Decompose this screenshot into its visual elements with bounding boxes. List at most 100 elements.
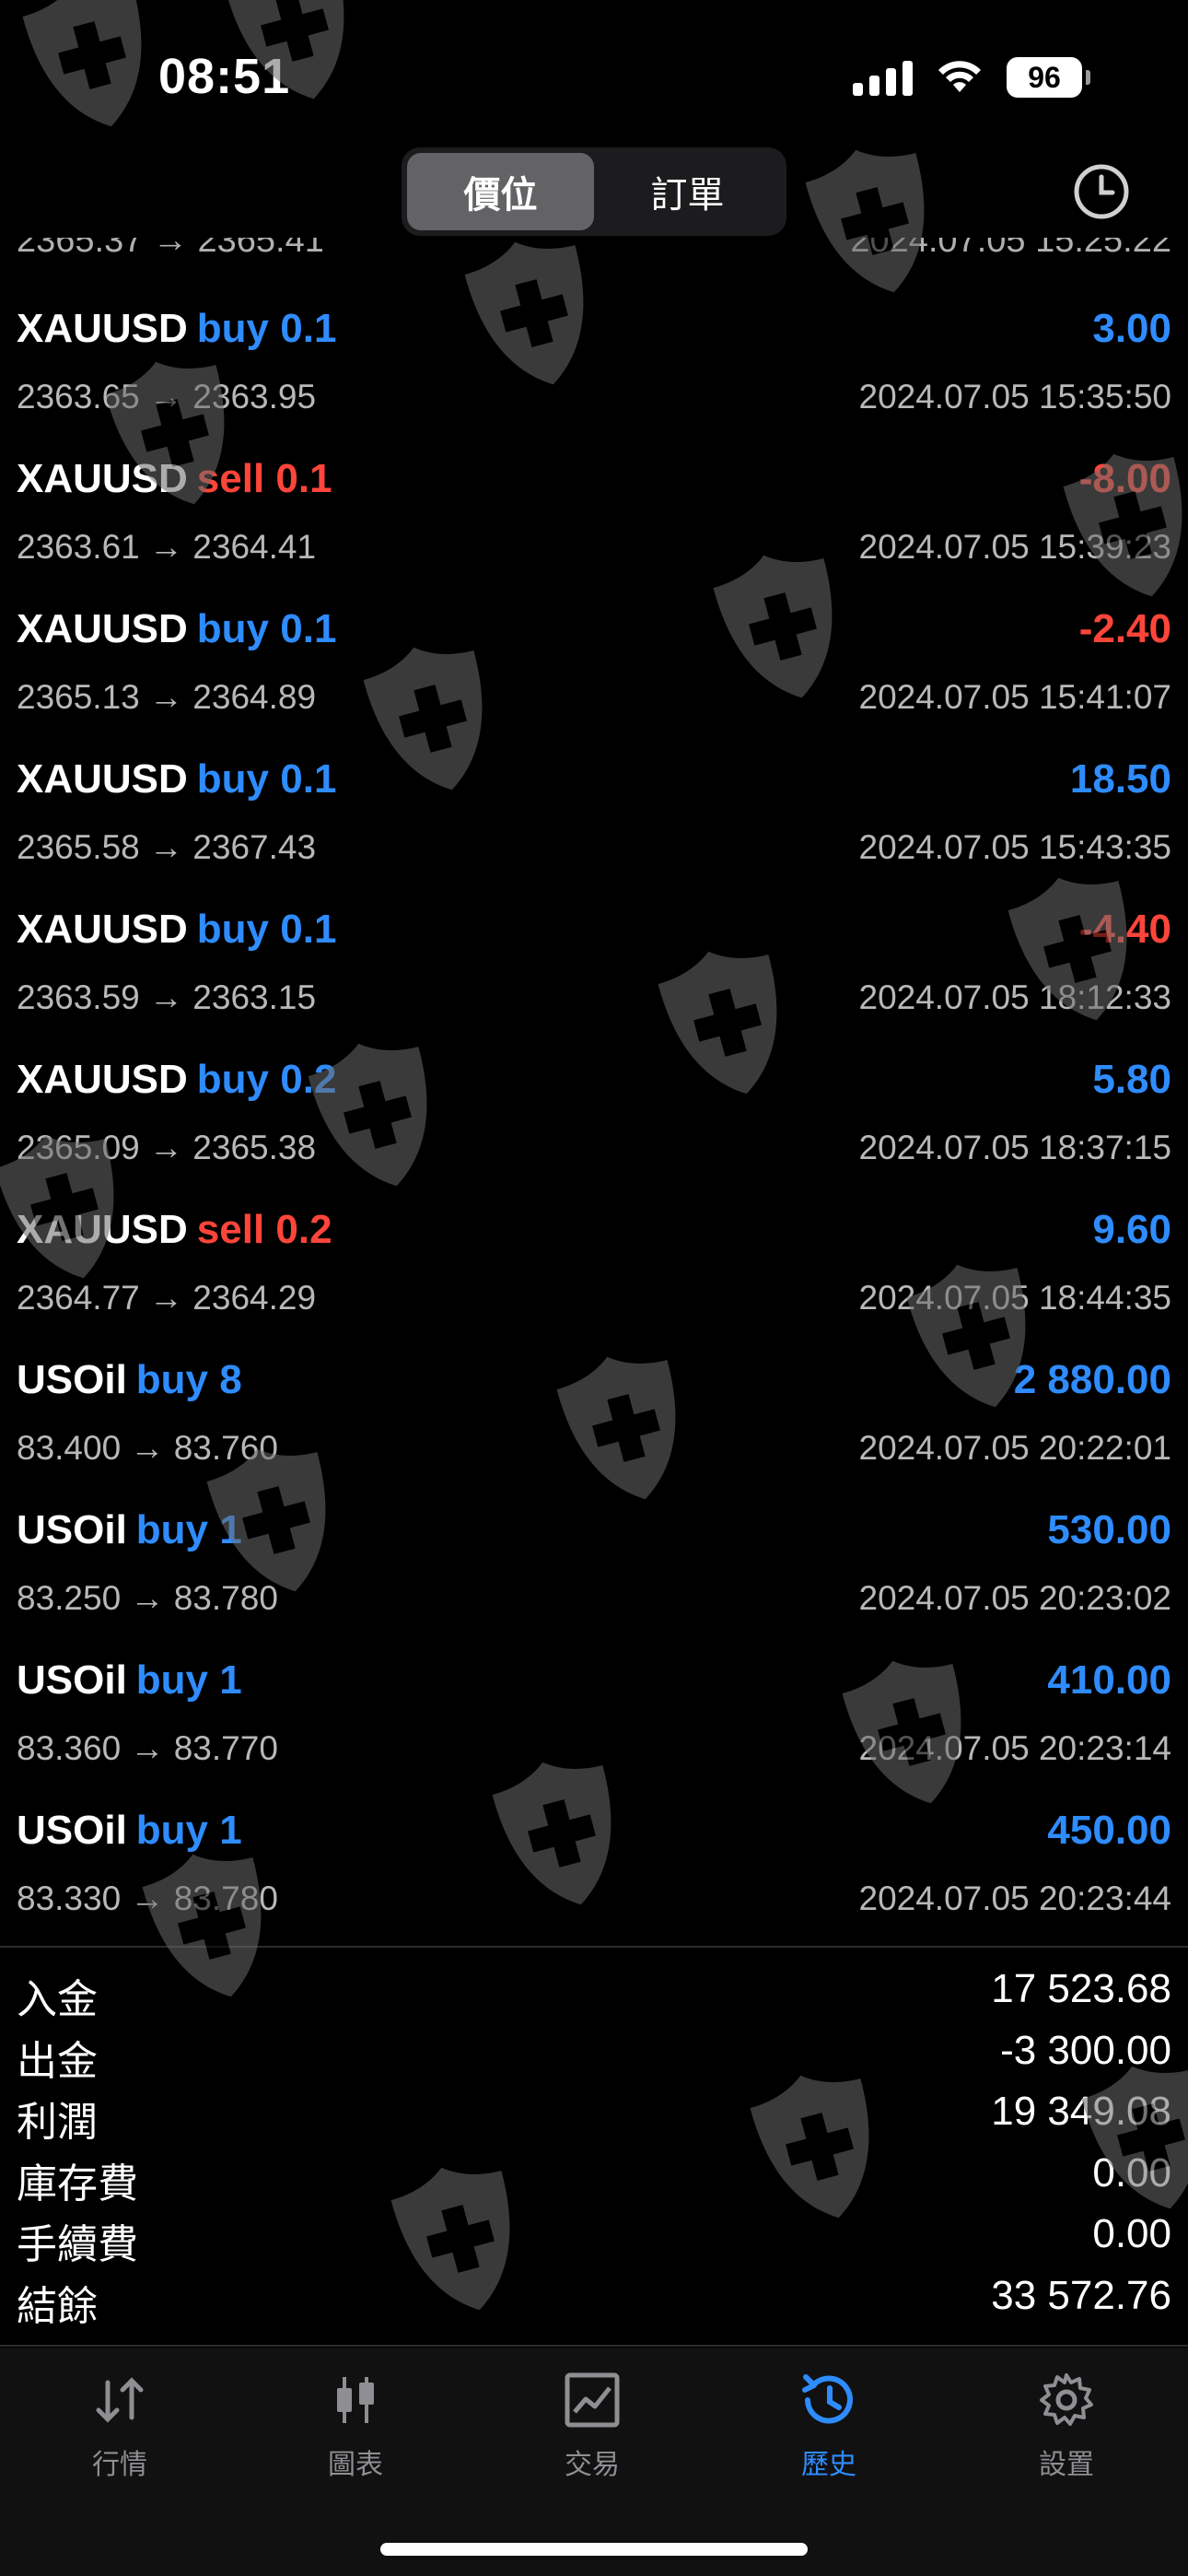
trade-side: buy 1 (135, 1808, 242, 1853)
summary-value: 19 349.08 (991, 2089, 1171, 2134)
trade-prices: 83.250 → 83.780 (17, 1579, 278, 1617)
gear-icon (1040, 2373, 1093, 2426)
summary-value: 0.00 (1092, 2149, 1171, 2195)
summary-label: 入金 (17, 1977, 98, 2022)
trade-symbol: USOil (17, 1357, 127, 1402)
trade-history-list: XAUUSD buy 0.1 3.00 2363.65 → 2363.95 202… (0, 306, 1188, 1958)
tab-quotes[interactable]: 行情 (46, 2368, 193, 2482)
summary-value: -3 300.00 (1000, 2027, 1171, 2073)
arrows-updown-icon (96, 2377, 144, 2423)
tab-price[interactable]: 價位 (407, 153, 594, 230)
trade-row[interactable]: XAUUSD sell 0.2 9.60 2364.77 → 2364.29 20… (0, 1207, 1188, 1357)
summary-row: 出金 -3 300.00 (0, 2024, 1188, 2086)
candlestick-icon (337, 2377, 374, 2423)
trade-row[interactable]: XAUUSD buy 0.1 3.00 2363.65 → 2363.95 202… (0, 306, 1188, 456)
trade-side: buy 0.1 (196, 756, 337, 802)
trade-symbol: XAUUSD (17, 907, 188, 952)
summary-value: 33 572.76 (991, 2272, 1171, 2318)
trade-profit: 2 880.00 (1013, 1357, 1171, 1402)
tab-settings-label: 設置 (1039, 2450, 1094, 2480)
partial-row: 2365.37 → 2365.41 2024.07.05 15:25:22 (17, 238, 1171, 265)
trade-title: USOil buy 8 (17, 1357, 242, 1403)
trade-row[interactable]: XAUUSD buy 0.2 5.80 2365.09 → 2365.38 202… (0, 1057, 1188, 1207)
trade-title: XAUUSD buy 0.1 (17, 756, 336, 802)
trade-time: 2024.07.05 20:23:44 (858, 1879, 1172, 1917)
trade-row[interactable]: XAUUSD buy 0.1 -4.40 2363.59 → 2363.15 20… (0, 907, 1188, 1057)
trade-profit: -8.00 (1078, 456, 1171, 501)
trade-prices: 83.360 → 83.770 (17, 1729, 278, 1767)
trade-side: buy 1 (135, 1507, 242, 1552)
summary-label: 庫存費 (17, 2160, 138, 2207)
trade-prices: 83.330 → 83.780 (17, 1879, 278, 1917)
trade-side: buy 8 (135, 1357, 242, 1402)
trade-row[interactable]: XAUUSD sell 0.1 -8.00 2363.61 → 2364.41 2… (0, 456, 1188, 606)
trade-profit: 9.60 (1092, 1207, 1171, 1252)
trade-profit: 3.00 (1092, 306, 1171, 351)
home-indicator (380, 2543, 808, 2556)
summary-label: 手續費 (17, 2222, 138, 2267)
trade-row[interactable]: USOil buy 8 2 880.00 83.400 → 83.760 2024… (0, 1357, 1188, 1507)
summary-value: 17 523.68 (991, 1966, 1171, 2011)
tab-orders[interactable]: 訂單 (594, 153, 781, 230)
summary-divider (0, 2345, 1188, 2347)
trade-profit: 450.00 (1047, 1808, 1171, 1853)
summary-value: 0.00 (1092, 2211, 1171, 2256)
trade-title: USOil buy 1 (17, 1808, 242, 1854)
trade-title: XAUUSD buy 0.2 (17, 1057, 336, 1103)
trade-row[interactable]: XAUUSD buy 0.1 -2.40 2365.13 → 2364.89 20… (0, 606, 1188, 756)
summary-row: 利潤 19 349.08 (0, 2085, 1188, 2147)
trade-time: 2024.07.05 15:35:50 (858, 378, 1172, 416)
trade-symbol: XAUUSD (17, 1057, 188, 1102)
trade-prices: 2364.77 → 2364.29 (17, 1279, 317, 1317)
trade-side: buy 0.1 (196, 606, 337, 651)
trade-row[interactable]: USOil buy 1 530.00 83.250 → 83.780 2024.0… (0, 1507, 1188, 1657)
trade-symbol: USOil (17, 1808, 127, 1853)
tab-history-label: 歷史 (801, 2450, 856, 2480)
trade-title: XAUUSD buy 0.1 (17, 606, 336, 652)
tab-trade[interactable]: 交易 (518, 2368, 666, 2482)
summary-row: 手續費 0.00 (0, 2207, 1188, 2269)
tab-settings[interactable]: 設置 (993, 2368, 1140, 2482)
trade-prices: 2363.59 → 2363.15 (17, 978, 317, 1016)
trade-time: 2024.07.05 15:39:23 (858, 528, 1172, 566)
trade-symbol: USOil (17, 1507, 127, 1552)
trade-title: XAUUSD buy 0.1 (17, 907, 336, 953)
trade-side: sell 0.2 (196, 1207, 332, 1252)
trade-prices: 2365.58 → 2367.43 (17, 828, 317, 866)
summary-label: 利潤 (17, 2100, 98, 2145)
trade-symbol: XAUUSD (17, 306, 188, 351)
trade-prices: 2363.65 → 2363.95 (17, 378, 317, 416)
summary-row: 結餘 33 572.76 (0, 2269, 1188, 2331)
clock-icon[interactable] (1072, 162, 1131, 221)
trade-time: 2024.07.05 15:43:35 (858, 828, 1172, 866)
tab-quotes-label: 行情 (92, 2450, 147, 2480)
trade-profit: -2.40 (1078, 606, 1171, 651)
partial-row-time: 2024.07.05 15:25:22 (850, 238, 1171, 260)
status-icons: 96 (853, 57, 1090, 98)
trade-prices: 2363.61 → 2364.41 (17, 528, 317, 566)
trade-row[interactable]: USOil buy 1 410.00 83.360 → 83.770 2024.0… (0, 1657, 1188, 1808)
tab-trade-label: 交易 (565, 2450, 620, 2480)
tab-charts[interactable]: 圖表 (282, 2368, 429, 2482)
trade-row[interactable]: XAUUSD buy 0.1 18.50 2365.58 → 2367.43 20… (0, 756, 1188, 907)
trade-title: USOil buy 1 (17, 1657, 242, 1704)
tab-history[interactable]: 歷史 (755, 2368, 903, 2482)
trade-profit: 410.00 (1047, 1657, 1171, 1703)
summary-section: 入金 17 523.68 出金 -3 300.00 利潤 19 349.08 庫存費 … (0, 1962, 1188, 2330)
trade-time: 2024.07.05 20:23:14 (858, 1729, 1172, 1767)
trade-row[interactable]: USOil buy 1 450.00 83.330 → 83.780 2024.0… (0, 1808, 1188, 1958)
trade-time: 2024.07.05 20:23:02 (858, 1579, 1172, 1617)
trade-chart-icon (565, 2372, 620, 2428)
trade-prices: 2365.13 → 2364.89 (17, 678, 317, 716)
summary-row: 入金 17 523.68 (0, 1962, 1188, 2024)
tab-bar: 行情 圖表 交易 歷史 設置 (0, 2348, 1188, 2576)
trade-title: XAUUSD sell 0.2 (17, 1207, 332, 1253)
list-divider (0, 1946, 1188, 1948)
battery-indicator: 96 (1007, 57, 1090, 98)
trade-time: 2024.07.05 15:41:07 (858, 678, 1172, 716)
shield-watermark-icon (18, 0, 166, 138)
trade-symbol: XAUUSD (17, 1207, 188, 1252)
wifi-icon (938, 61, 981, 92)
tab-charts-label: 圖表 (328, 2450, 383, 2480)
trade-side: buy 1 (135, 1657, 242, 1703)
